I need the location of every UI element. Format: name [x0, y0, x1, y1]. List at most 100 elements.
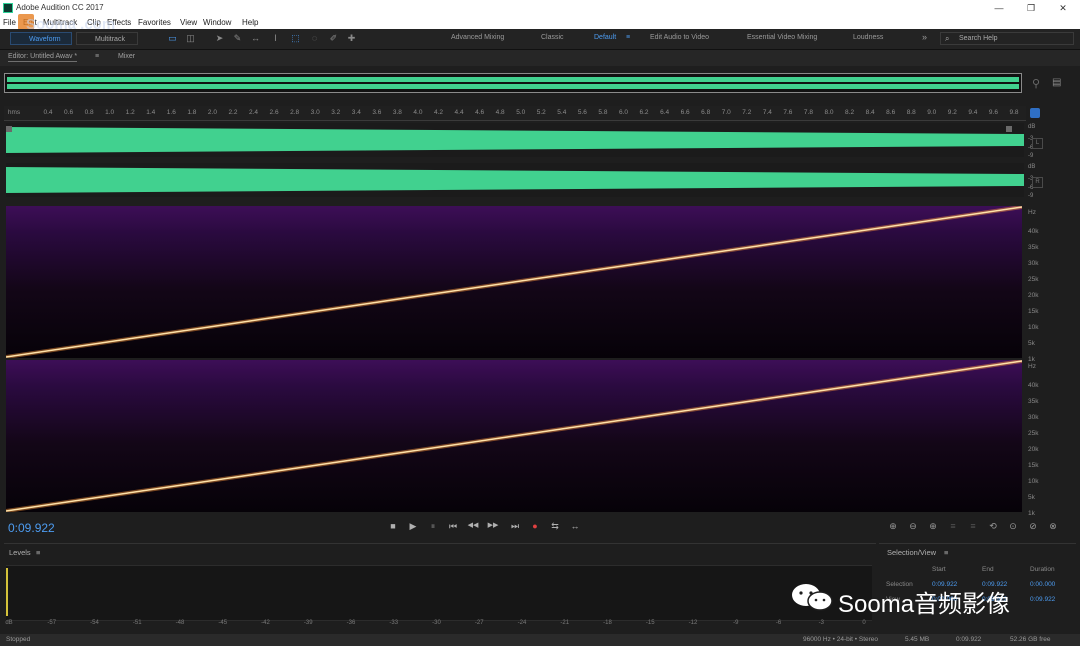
menu-help[interactable]: Help: [242, 18, 258, 27]
spectral-pitch-icon[interactable]: ◫: [185, 33, 196, 44]
menu-view[interactable]: View: [180, 18, 197, 27]
hz-tick-left: 10k: [1028, 324, 1039, 331]
waveform-right-envelope: [6, 167, 1024, 193]
ruler-tick: 3.6: [372, 109, 382, 116]
waveform-right-channel[interactable]: [6, 163, 1024, 197]
levels-scale-tick: -45: [218, 620, 228, 626]
record-button[interactable]: ●: [528, 520, 542, 532]
ruler-tick: 6.6: [680, 109, 690, 116]
search-help-field[interactable]: ⌕ Search Help: [940, 32, 1074, 45]
view-duration[interactable]: 0:09.922: [1030, 596, 1055, 603]
minimize-button[interactable]: —: [990, 2, 1008, 14]
spectrogram-left[interactable]: [6, 206, 1022, 358]
zoom-out-time-button[interactable]: ⊘: [1026, 520, 1040, 532]
workspace-advanced-mixing[interactable]: Advanced Mixing: [451, 34, 504, 41]
pin-icon[interactable]: ⚲: [1032, 77, 1040, 90]
zoom-out-amplitude-button[interactable]: ⊖: [906, 520, 920, 532]
multitrack-mode-button[interactable]: Multitrack: [76, 32, 138, 45]
tab-mixer[interactable]: Mixer: [118, 53, 135, 60]
overview-menu-icon[interactable]: ▤: [1052, 77, 1061, 88]
workspace-default[interactable]: Default: [594, 34, 616, 41]
workspace-classic[interactable]: Classic: [541, 34, 564, 41]
zoom-in-left-button[interactable]: ≡: [946, 520, 960, 532]
maximize-button[interactable]: ❐: [1022, 2, 1040, 14]
channel-badge-left[interactable]: L: [1032, 138, 1043, 149]
ruler-tick: 1.0: [105, 109, 115, 116]
zoom-out-full-button[interactable]: ⊙: [1006, 520, 1020, 532]
skip-selection-button[interactable]: ↔: [568, 520, 582, 532]
channel-badge-right[interactable]: R: [1032, 177, 1043, 188]
ruler-tick: 6.4: [660, 109, 670, 116]
spot-healing-icon[interactable]: ✚: [346, 33, 357, 44]
time-selection-icon[interactable]: I: [270, 33, 281, 44]
ruler-tick: 9.6: [988, 109, 998, 116]
hz-label-left: Hz: [1028, 209, 1036, 216]
workspace-default-menu-icon[interactable]: ≡: [626, 34, 630, 41]
ruler-tick: 7.8: [803, 109, 813, 116]
time-ruler[interactable]: hms 0.4 0.6 0.8 1.0 1.2 1.4 1.6 1.8 2.0 2.2 2.4 2.6…: [4, 106, 1026, 121]
watermark-bottom-text: Sooma音频影像: [838, 591, 1011, 618]
fast-forward-button[interactable]: ▶▶: [486, 520, 500, 532]
hz-tick-right: 1k: [1028, 510, 1035, 517]
levels-scale-tick: -54: [90, 620, 99, 626]
current-time-display[interactable]: 0:09.922: [8, 521, 55, 535]
hz-tick-left: 15k: [1028, 308, 1039, 315]
rewind-button[interactable]: ◀◀: [466, 520, 480, 532]
search-icon: ⌕: [945, 34, 950, 43]
levels-menu-icon[interactable]: ≡: [36, 548, 40, 557]
ruler-tick: 7.4: [762, 109, 772, 116]
selection-view-menu-icon[interactable]: ≡: [944, 548, 948, 557]
loop-playback-button[interactable]: ⇆: [548, 520, 562, 532]
workspace-loudness[interactable]: Loudness: [853, 34, 883, 41]
levels-scale-tick: dB: [5, 620, 13, 626]
ruler-tick: 5.0: [516, 109, 526, 116]
zoom-in-right-button[interactable]: ≡: [966, 520, 980, 532]
zoom-reset-button[interactable]: ⊗: [1046, 520, 1060, 532]
lasso-tool-icon[interactable]: ◌: [309, 33, 320, 44]
ruler-tick: 0.4: [43, 109, 53, 116]
menu-favorites[interactable]: Favorites: [138, 18, 171, 27]
zoom-selection-button[interactable]: ⟲: [986, 520, 1000, 532]
header-start: Start: [932, 566, 946, 573]
razor-tool-icon[interactable]: ✎: [232, 33, 243, 44]
hz-tick-left: 40k: [1028, 228, 1039, 235]
menu-file[interactable]: File: [3, 18, 16, 27]
ruler-tick: 2.0: [207, 109, 217, 116]
db-scale-left-3: -9: [1028, 153, 1034, 159]
editor-menu-icon[interactable]: ≡: [95, 53, 99, 60]
ruler-tick: 5.6: [577, 109, 587, 116]
brush-tool-icon[interactable]: ✐: [328, 33, 339, 44]
waveform-mode-button[interactable]: Waveform: [10, 32, 72, 45]
slip-tool-icon[interactable]: ↔: [250, 33, 261, 44]
menu-bar: File Edit Multitrack Clip Effects Favori…: [0, 16, 1080, 29]
waveform-left-channel[interactable]: [6, 123, 1024, 157]
spectral-frequency-icon[interactable]: ▭: [167, 33, 178, 44]
move-tool-icon[interactable]: ➤: [214, 33, 225, 44]
more-workspaces-icon[interactable]: »: [922, 32, 927, 42]
close-button[interactable]: ✕: [1054, 2, 1072, 14]
go-to-start-button[interactable]: ⏮: [446, 520, 460, 532]
levels-scale-tick: -39: [303, 620, 313, 626]
ruler-tick: 0.6: [64, 109, 74, 116]
ruler-tick: 4.2: [433, 109, 444, 116]
levels-scale-tick: -36: [346, 620, 356, 626]
ruler-tick: 0.8: [84, 109, 94, 116]
zoom-in-amplitude-button[interactable]: ⊕: [886, 520, 900, 532]
play-button[interactable]: ▶: [406, 520, 420, 532]
zoom-lock-icon[interactable]: [1030, 108, 1040, 118]
zoom-in-time-button[interactable]: ⊕: [926, 520, 940, 532]
pause-button[interactable]: ⏸: [426, 520, 440, 532]
tab-editor[interactable]: Editor: Untitled Awav *: [8, 53, 78, 62]
ruler-tick: 8.4: [865, 109, 875, 116]
marquee-tool-icon[interactable]: ⬚: [290, 33, 301, 44]
selection-duration[interactable]: 0:00.000: [1030, 581, 1055, 588]
header-duration: Duration: [1030, 566, 1055, 573]
go-to-end-button[interactable]: ⏭: [508, 520, 522, 532]
waveform-overview[interactable]: [4, 73, 1022, 93]
stop-button[interactable]: ■: [386, 520, 400, 532]
workspace-essential-video-mixing[interactable]: Essential Video Mixing: [747, 34, 817, 41]
hz-tick-right: 15k: [1028, 462, 1039, 469]
menu-window[interactable]: Window: [203, 18, 231, 27]
workspace-edit-audio-to-video[interactable]: Edit Audio to Video: [650, 34, 709, 41]
spectrogram-right[interactable]: [6, 360, 1022, 512]
